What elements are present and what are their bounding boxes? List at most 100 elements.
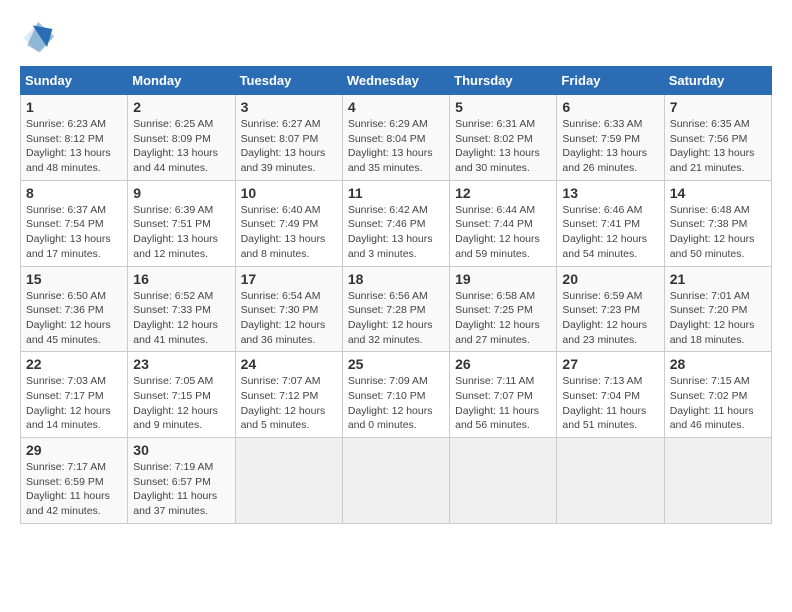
day-number: 7 — [670, 99, 766, 115]
calendar-cell: 23 Sunrise: 7:05 AM Sunset: 7:15 PM Dayl… — [128, 352, 235, 438]
day-detail: Sunrise: 6:37 AM Sunset: 7:54 PM Dayligh… — [26, 203, 122, 262]
day-detail: Sunrise: 7:09 AM Sunset: 7:10 PM Dayligh… — [348, 374, 444, 433]
calendar-cell: 9 Sunrise: 6:39 AM Sunset: 7:51 PM Dayli… — [128, 180, 235, 266]
header-day-thursday: Thursday — [450, 67, 557, 95]
day-number: 14 — [670, 185, 766, 201]
calendar-cell: 12 Sunrise: 6:44 AM Sunset: 7:44 PM Dayl… — [450, 180, 557, 266]
day-number: 9 — [133, 185, 229, 201]
day-detail: Sunrise: 6:40 AM Sunset: 7:49 PM Dayligh… — [241, 203, 337, 262]
calendar-week-5: 29 Sunrise: 7:17 AM Sunset: 6:59 PM Dayl… — [21, 438, 772, 524]
day-detail: Sunrise: 6:54 AM Sunset: 7:30 PM Dayligh… — [241, 289, 337, 348]
calendar-header-row: SundayMondayTuesdayWednesdayThursdayFrid… — [21, 67, 772, 95]
calendar-week-1: 1 Sunrise: 6:23 AM Sunset: 8:12 PM Dayli… — [21, 95, 772, 181]
calendar-cell: 25 Sunrise: 7:09 AM Sunset: 7:10 PM Dayl… — [342, 352, 449, 438]
calendar-cell: 30 Sunrise: 7:19 AM Sunset: 6:57 PM Dayl… — [128, 438, 235, 524]
day-detail: Sunrise: 7:13 AM Sunset: 7:04 PM Dayligh… — [562, 374, 658, 433]
day-number: 19 — [455, 271, 551, 287]
day-detail: Sunrise: 7:01 AM Sunset: 7:20 PM Dayligh… — [670, 289, 766, 348]
calendar-cell: 24 Sunrise: 7:07 AM Sunset: 7:12 PM Dayl… — [235, 352, 342, 438]
day-number: 11 — [348, 185, 444, 201]
day-detail: Sunrise: 6:48 AM Sunset: 7:38 PM Dayligh… — [670, 203, 766, 262]
logo-icon — [20, 20, 56, 56]
day-detail: Sunrise: 6:42 AM Sunset: 7:46 PM Dayligh… — [348, 203, 444, 262]
day-detail: Sunrise: 7:15 AM Sunset: 7:02 PM Dayligh… — [670, 374, 766, 433]
day-number: 17 — [241, 271, 337, 287]
day-number: 5 — [455, 99, 551, 115]
day-number: 23 — [133, 356, 229, 372]
day-number: 29 — [26, 442, 122, 458]
calendar-cell: 22 Sunrise: 7:03 AM Sunset: 7:17 PM Dayl… — [21, 352, 128, 438]
calendar-cell: 26 Sunrise: 7:11 AM Sunset: 7:07 PM Dayl… — [450, 352, 557, 438]
header-day-saturday: Saturday — [664, 67, 771, 95]
day-number: 12 — [455, 185, 551, 201]
calendar-cell: 3 Sunrise: 6:27 AM Sunset: 8:07 PM Dayli… — [235, 95, 342, 181]
day-number: 27 — [562, 356, 658, 372]
calendar-cell: 18 Sunrise: 6:56 AM Sunset: 7:28 PM Dayl… — [342, 266, 449, 352]
calendar-cell: 4 Sunrise: 6:29 AM Sunset: 8:04 PM Dayli… — [342, 95, 449, 181]
day-number: 18 — [348, 271, 444, 287]
calendar-cell: 14 Sunrise: 6:48 AM Sunset: 7:38 PM Dayl… — [664, 180, 771, 266]
calendar-cell: 17 Sunrise: 6:54 AM Sunset: 7:30 PM Dayl… — [235, 266, 342, 352]
day-detail: Sunrise: 7:19 AM Sunset: 6:57 PM Dayligh… — [133, 460, 229, 519]
calendar-cell: 15 Sunrise: 6:50 AM Sunset: 7:36 PM Dayl… — [21, 266, 128, 352]
calendar-cell: 11 Sunrise: 6:42 AM Sunset: 7:46 PM Dayl… — [342, 180, 449, 266]
day-number: 10 — [241, 185, 337, 201]
day-number: 16 — [133, 271, 229, 287]
calendar-cell — [664, 438, 771, 524]
day-detail: Sunrise: 6:31 AM Sunset: 8:02 PM Dayligh… — [455, 117, 551, 176]
calendar-cell: 2 Sunrise: 6:25 AM Sunset: 8:09 PM Dayli… — [128, 95, 235, 181]
day-detail: Sunrise: 6:23 AM Sunset: 8:12 PM Dayligh… — [26, 117, 122, 176]
day-number: 3 — [241, 99, 337, 115]
calendar-week-2: 8 Sunrise: 6:37 AM Sunset: 7:54 PM Dayli… — [21, 180, 772, 266]
calendar-cell: 27 Sunrise: 7:13 AM Sunset: 7:04 PM Dayl… — [557, 352, 664, 438]
day-detail: Sunrise: 6:29 AM Sunset: 8:04 PM Dayligh… — [348, 117, 444, 176]
calendar-cell: 7 Sunrise: 6:35 AM Sunset: 7:56 PM Dayli… — [664, 95, 771, 181]
day-detail: Sunrise: 6:25 AM Sunset: 8:09 PM Dayligh… — [133, 117, 229, 176]
calendar-cell: 29 Sunrise: 7:17 AM Sunset: 6:59 PM Dayl… — [21, 438, 128, 524]
day-detail: Sunrise: 6:52 AM Sunset: 7:33 PM Dayligh… — [133, 289, 229, 348]
logo — [20, 20, 62, 56]
day-detail: Sunrise: 6:56 AM Sunset: 7:28 PM Dayligh… — [348, 289, 444, 348]
day-number: 2 — [133, 99, 229, 115]
header-day-friday: Friday — [557, 67, 664, 95]
header-day-wednesday: Wednesday — [342, 67, 449, 95]
calendar-cell: 10 Sunrise: 6:40 AM Sunset: 7:49 PM Dayl… — [235, 180, 342, 266]
day-number: 4 — [348, 99, 444, 115]
day-number: 20 — [562, 271, 658, 287]
day-number: 13 — [562, 185, 658, 201]
calendar-body: 1 Sunrise: 6:23 AM Sunset: 8:12 PM Dayli… — [21, 95, 772, 524]
day-detail: Sunrise: 7:03 AM Sunset: 7:17 PM Dayligh… — [26, 374, 122, 433]
header-day-monday: Monday — [128, 67, 235, 95]
calendar-cell — [342, 438, 449, 524]
day-detail: Sunrise: 6:50 AM Sunset: 7:36 PM Dayligh… — [26, 289, 122, 348]
page-header — [20, 20, 772, 56]
day-number: 21 — [670, 271, 766, 287]
day-detail: Sunrise: 6:44 AM Sunset: 7:44 PM Dayligh… — [455, 203, 551, 262]
day-detail: Sunrise: 6:58 AM Sunset: 7:25 PM Dayligh… — [455, 289, 551, 348]
day-number: 25 — [348, 356, 444, 372]
day-detail: Sunrise: 6:46 AM Sunset: 7:41 PM Dayligh… — [562, 203, 658, 262]
day-detail: Sunrise: 6:35 AM Sunset: 7:56 PM Dayligh… — [670, 117, 766, 176]
day-number: 22 — [26, 356, 122, 372]
day-number: 1 — [26, 99, 122, 115]
day-number: 8 — [26, 185, 122, 201]
day-number: 26 — [455, 356, 551, 372]
calendar-table: SundayMondayTuesdayWednesdayThursdayFrid… — [20, 66, 772, 524]
day-number: 24 — [241, 356, 337, 372]
calendar-cell: 13 Sunrise: 6:46 AM Sunset: 7:41 PM Dayl… — [557, 180, 664, 266]
day-detail: Sunrise: 6:33 AM Sunset: 7:59 PM Dayligh… — [562, 117, 658, 176]
calendar-week-3: 15 Sunrise: 6:50 AM Sunset: 7:36 PM Dayl… — [21, 266, 772, 352]
calendar-cell — [235, 438, 342, 524]
day-detail: Sunrise: 7:11 AM Sunset: 7:07 PM Dayligh… — [455, 374, 551, 433]
header-day-tuesday: Tuesday — [235, 67, 342, 95]
calendar-cell — [557, 438, 664, 524]
day-detail: Sunrise: 7:05 AM Sunset: 7:15 PM Dayligh… — [133, 374, 229, 433]
calendar-week-4: 22 Sunrise: 7:03 AM Sunset: 7:17 PM Dayl… — [21, 352, 772, 438]
header-day-sunday: Sunday — [21, 67, 128, 95]
day-number: 28 — [670, 356, 766, 372]
day-number: 6 — [562, 99, 658, 115]
calendar-cell — [450, 438, 557, 524]
day-detail: Sunrise: 6:59 AM Sunset: 7:23 PM Dayligh… — [562, 289, 658, 348]
calendar-cell: 20 Sunrise: 6:59 AM Sunset: 7:23 PM Dayl… — [557, 266, 664, 352]
calendar-cell: 16 Sunrise: 6:52 AM Sunset: 7:33 PM Dayl… — [128, 266, 235, 352]
